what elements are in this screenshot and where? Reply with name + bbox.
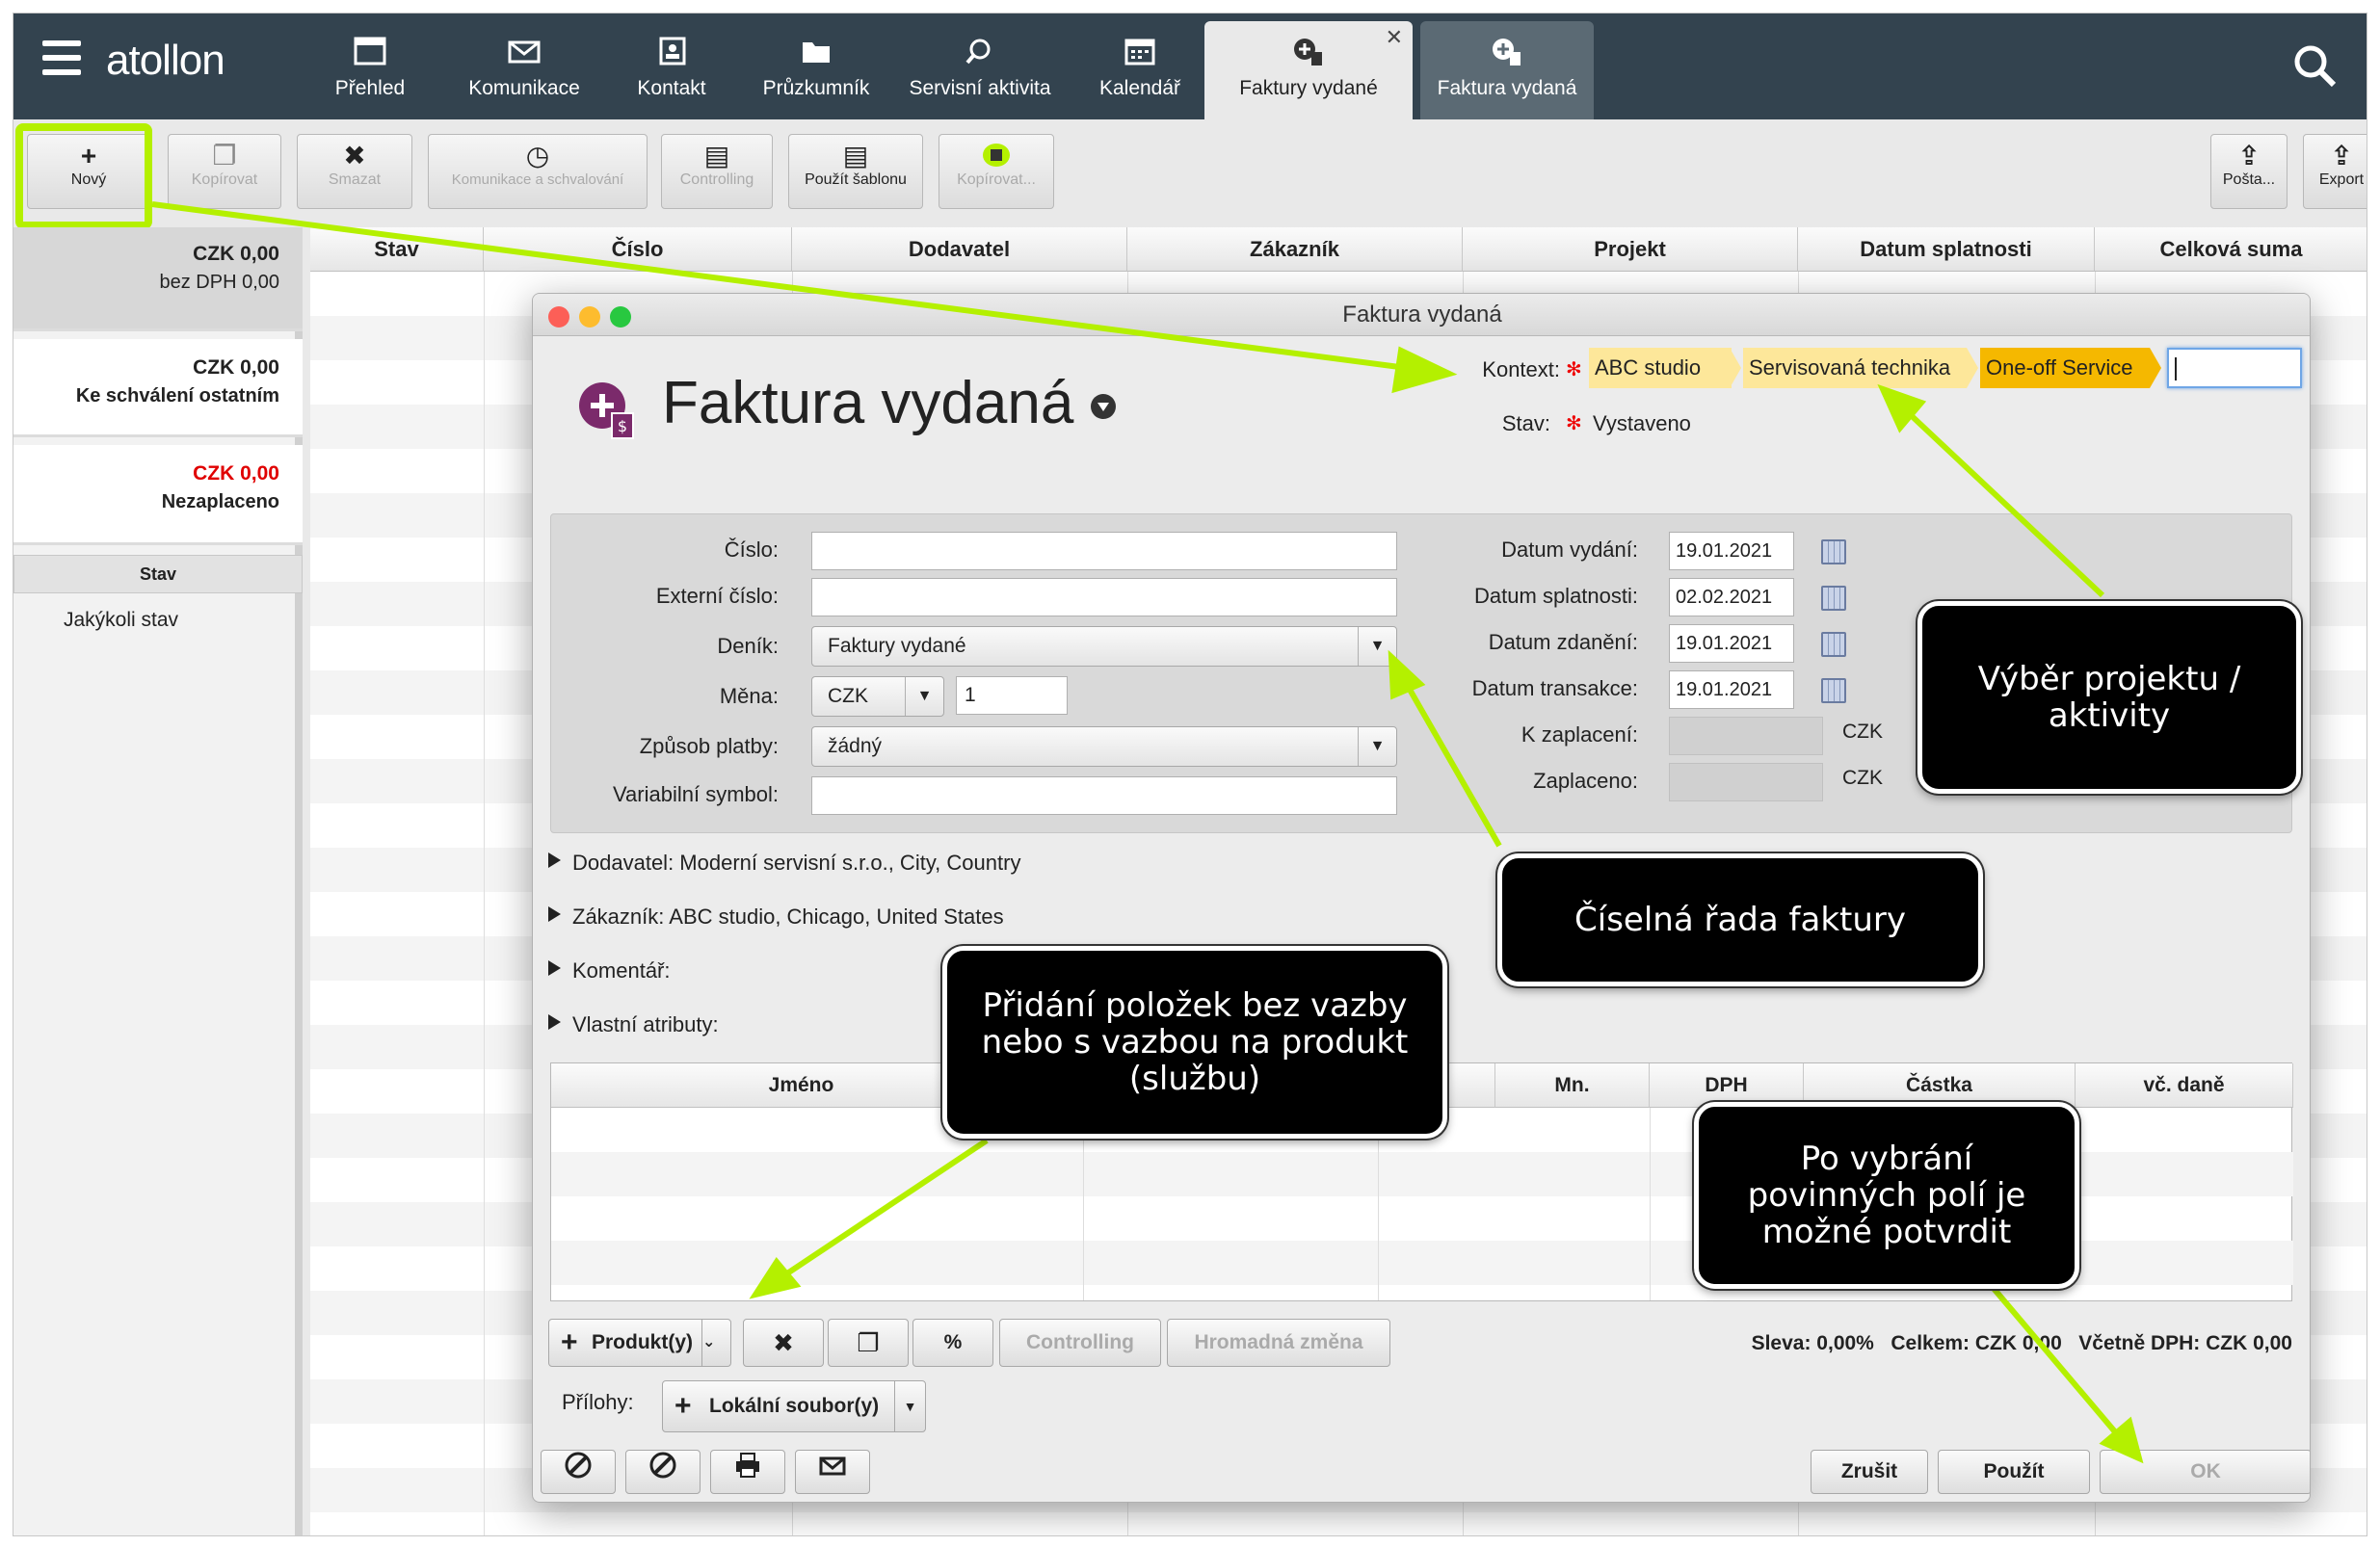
- callout-project-selection: Výběr projektu / aktivity: [1917, 601, 2301, 794]
- callout-add-items: Přidání položek bez vazby nebo s vazbou …: [942, 946, 1447, 1139]
- arrow-line: [151, 201, 1408, 371]
- arrow-head: [1391, 346, 1458, 394]
- arrow-line: [1907, 411, 2105, 598]
- app-window: atollon Přehled Komunikace Kontakt Průzk…: [13, 13, 2367, 1536]
- arrow-line: [782, 1138, 989, 1278]
- arrow-head: [749, 1256, 802, 1299]
- arrow-line: [1988, 1283, 2121, 1437]
- callout-confirm: Po vybrání povinných polí je možné potvr…: [1694, 1102, 2079, 1289]
- callout-invoice-series: Číselná řada faktury: [1497, 853, 1983, 986]
- arrow-line: [1406, 686, 1502, 848]
- arrow-head: [1388, 649, 1426, 700]
